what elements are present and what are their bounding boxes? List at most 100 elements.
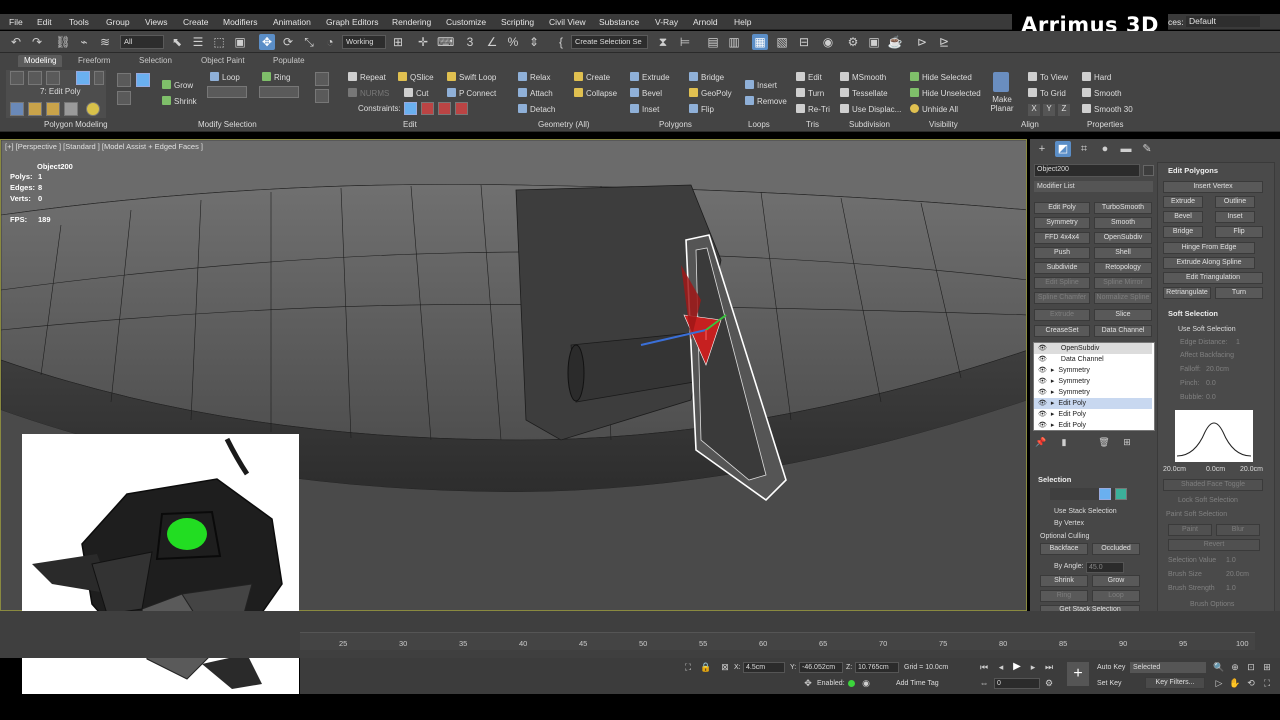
grow-selection-button[interactable]: Grow — [1092, 575, 1140, 587]
ep-outline-button[interactable]: Outline — [1215, 196, 1255, 208]
panel-modify-selection[interactable]: Modify Selection — [198, 120, 257, 129]
loop-grow-spinner[interactable] — [207, 86, 247, 98]
nurms-button[interactable]: NURMS — [348, 88, 389, 99]
constraint-face-icon[interactable] — [438, 102, 451, 115]
msmooth-button[interactable]: MSmooth — [840, 72, 886, 83]
tris-retri-button[interactable]: Re-Tri — [796, 104, 830, 115]
zoom-extents-all-icon[interactable]: ⊞ — [1261, 661, 1273, 673]
mod-btn-turbosmooth[interactable]: TurboSmooth — [1094, 202, 1152, 214]
named-selection-dropdown[interactable]: Create Selection Se — [571, 35, 648, 49]
panel-loops[interactable]: Loops — [748, 120, 770, 129]
expand-icon[interactable]: ▸ — [1051, 378, 1055, 385]
poly-bridge-button[interactable]: Bridge — [689, 72, 724, 83]
affect-backfacing-checkbox[interactable]: Affect Backfacing — [1180, 352, 1234, 359]
tab-object-paint[interactable]: Object Paint — [201, 55, 245, 67]
mod-btn-slice[interactable]: Slice — [1094, 309, 1152, 321]
soft-selection-header[interactable]: Soft Selection — [1168, 309, 1218, 318]
edit-icon-2[interactable] — [315, 89, 329, 103]
place-icon[interactable]: ◔ — [322, 34, 338, 50]
make-planar-label[interactable]: Make Planar — [990, 95, 1014, 113]
ep-bridge-button[interactable]: Bridge — [1163, 226, 1203, 238]
mod-btn-smooth[interactable]: Smooth — [1094, 217, 1152, 229]
constraint-normal-icon[interactable] — [455, 102, 468, 115]
key-mode-icon[interactable]: ⇔ — [978, 677, 990, 689]
mod-btn-shell[interactable]: Shell — [1094, 247, 1152, 259]
select-by-name-icon[interactable]: ☰ — [190, 34, 206, 50]
hide-unselected-button[interactable]: Hide Unselected — [910, 88, 981, 99]
selection-filter-dropdown[interactable]: All — [120, 35, 164, 49]
repeat-button[interactable]: Repeat — [348, 72, 386, 83]
menu-create[interactable]: Create — [183, 17, 209, 27]
ring-button[interactable]: Ring — [262, 72, 290, 83]
subobj-polygon-icon[interactable] — [76, 71, 90, 85]
to-grid-button[interactable]: To Grid — [1028, 88, 1066, 99]
redo-icon[interactable]: ↷ — [29, 34, 45, 50]
extrude-along-spline-button[interactable]: Extrude Along Spline — [1163, 257, 1255, 269]
modifier-list-dropdown[interactable]: Modifier List — [1034, 181, 1153, 192]
configure-sets-icon[interactable]: ⊞ — [1121, 436, 1133, 448]
viewport-label[interactable]: [+] [Perspective ] [Standard ] [Model As… — [5, 142, 203, 151]
mode-icon-4[interactable] — [64, 102, 78, 116]
field-of-view-icon[interactable]: ▷ — [1213, 677, 1225, 689]
expand-icon[interactable]: ▸ — [1051, 389, 1055, 396]
orbit-icon[interactable]: ⟲ — [1245, 677, 1257, 689]
menu-edit[interactable]: Edit — [37, 17, 52, 27]
ring-grow-spinner[interactable] — [259, 86, 299, 98]
to-view-button[interactable]: To View — [1028, 72, 1068, 83]
mod-btn-data-channel[interactable]: Data Channel — [1094, 325, 1152, 337]
time-config-icon[interactable]: ◉ — [860, 677, 872, 689]
select-mode-icon[interactable] — [136, 73, 150, 87]
relax-button[interactable]: Relax — [518, 72, 550, 83]
stack-item[interactable]: 👁 Data Channel — [1034, 354, 1152, 365]
align-x-button[interactable]: X — [1028, 104, 1040, 116]
element-level-icon[interactable] — [1115, 488, 1127, 500]
by-angle-checkbox[interactable]: By Angle: — [1054, 563, 1084, 570]
stack-item[interactable]: 👁 ▸ Edit Poly — [1034, 420, 1152, 430]
align-z-button[interactable]: Z — [1058, 104, 1070, 116]
ep-inset-button[interactable]: Inset — [1215, 211, 1255, 223]
panel-subdivision[interactable]: Subdivision — [849, 120, 890, 129]
p-connect-button[interactable]: P Connect — [447, 88, 496, 99]
use-displacement-button[interactable]: Use Displac... — [840, 104, 901, 115]
edit-polygons-header[interactable]: Edit Polygons — [1168, 166, 1218, 175]
brush-options-button[interactable]: Brush Options — [1190, 601, 1234, 608]
polygon-level-icon[interactable] — [1099, 488, 1111, 500]
zoom-all-icon[interactable]: ⊕ — [1229, 661, 1241, 673]
brush-strength-field[interactable]: 1.0 — [1226, 585, 1236, 592]
move-icon[interactable]: ✥ — [259, 34, 275, 50]
ep-extrude-button[interactable]: Extrude — [1163, 196, 1203, 208]
stack-item[interactable]: 👁 ▸ Symmetry — [1034, 387, 1152, 398]
ring-selection-button[interactable]: Ring — [1040, 590, 1088, 602]
enabled-indicator-icon[interactable] — [848, 680, 855, 687]
motion-tab-icon[interactable]: ● — [1097, 141, 1113, 157]
grow-button[interactable]: Grow — [162, 80, 193, 91]
collapse-button[interactable]: Collapse — [574, 88, 617, 99]
menu-rendering[interactable]: Rendering — [392, 17, 431, 27]
stack-item[interactable]: 👁 ▸ Edit Poly — [1034, 409, 1152, 420]
by-vertex-checkbox[interactable]: By Vertex — [1054, 520, 1084, 527]
tab-freeform[interactable]: Freeform — [78, 55, 110, 67]
expand-icon[interactable]: ▸ — [1051, 411, 1055, 418]
create-button[interactable]: Create — [574, 72, 610, 83]
hide-selected-button[interactable]: Hide Selected — [910, 72, 972, 83]
menu-modifiers[interactable]: Modifiers — [223, 17, 257, 27]
subobj-edge-icon[interactable] — [28, 71, 42, 85]
layer-explorer-icon[interactable]: ▤ — [705, 34, 721, 50]
expand-icon[interactable]: ▸ — [1051, 400, 1055, 407]
key-set-dropdown[interactable]: Selected — [1130, 662, 1206, 673]
eye-icon[interactable]: 👁 — [1038, 367, 1047, 374]
bubble-value[interactable]: 0.0 — [1206, 394, 1216, 401]
mod-btn-symmetry[interactable]: Symmetry — [1034, 217, 1090, 229]
snaps-toggle-icon[interactable]: 3 — [462, 34, 478, 50]
insert-loop-button[interactable]: Insert — [745, 80, 777, 91]
edge-distance-value[interactable]: 1 — [1236, 339, 1240, 346]
mod-btn-opensubdiv[interactable]: OpenSubdiv — [1094, 232, 1152, 244]
mode-icon-2[interactable] — [28, 102, 42, 116]
panel-visibility[interactable]: Visibility — [929, 120, 958, 129]
render-icon[interactable]: ☕ — [887, 34, 903, 50]
menu-scripting[interactable]: Scripting — [501, 17, 534, 27]
maximize-viewport-icon[interactable]: ⛶ — [1261, 677, 1273, 689]
render-setup-icon[interactable]: ⚙ — [845, 34, 861, 50]
menu-help[interactable]: Help — [734, 17, 751, 27]
display-tab-icon[interactable]: ▬ — [1118, 141, 1134, 157]
